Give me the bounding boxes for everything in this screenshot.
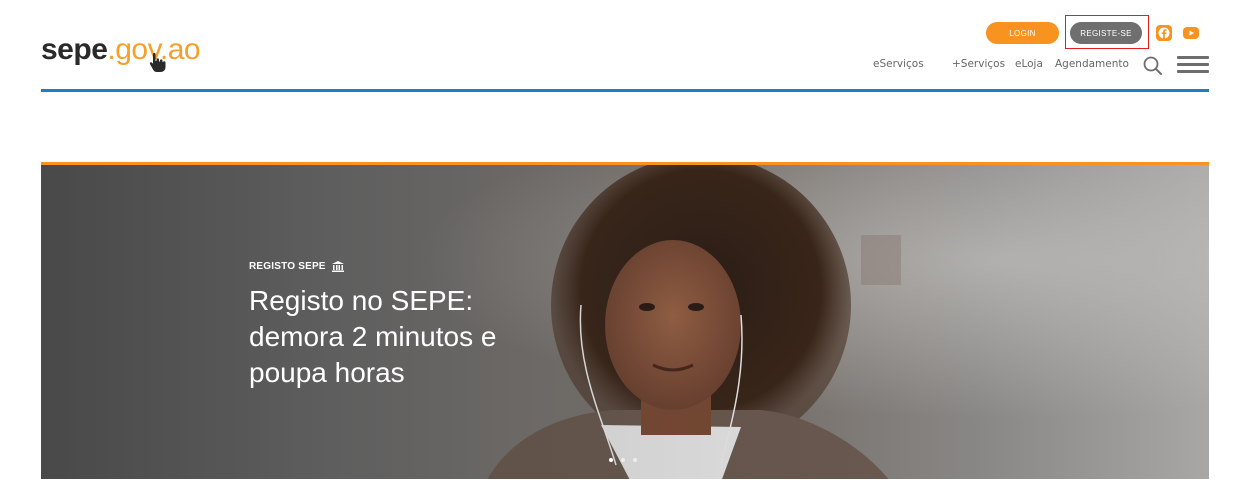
nav-item-eloja[interactable]: eLoja [1015, 58, 1043, 70]
hero-banner[interactable]: REGISTO SEPE Registo no SEPE: demora 2 m… [41, 162, 1209, 479]
carousel-dot-1[interactable] [609, 458, 613, 462]
search-icon[interactable] [1142, 55, 1164, 77]
hand-cursor-icon [149, 52, 166, 72]
institution-building-icon [331, 261, 344, 272]
site-header: sepe .gov.ao LOGIN REGISTE-SE eServiços +… [0, 0, 1253, 92]
nav-item-mais-servicos[interactable]: +Serviços [952, 58, 1005, 70]
carousel-dot-3[interactable] [633, 458, 637, 462]
nav-item-agendamento[interactable]: Agendamento [1055, 58, 1129, 70]
youtube-icon[interactable] [1183, 25, 1199, 41]
hero-kicker-label: REGISTO SEPE [249, 261, 326, 272]
nav-item-eservicos[interactable]: eServiços [873, 58, 924, 70]
logo-brand: sepe [41, 33, 108, 66]
register-highlight-box [1065, 15, 1149, 49]
header-divider [41, 89, 1209, 92]
hero-title: Registo no SEPE: demora 2 minutos e poup… [249, 285, 497, 388]
hero-overlay [41, 165, 1209, 479]
carousel-dots [609, 458, 637, 462]
site-logo[interactable]: sepe .gov.ao [41, 33, 201, 69]
facebook-icon[interactable] [1156, 25, 1172, 41]
login-button[interactable]: LOGIN [986, 22, 1059, 44]
hamburger-menu-icon[interactable] [1177, 54, 1209, 76]
hero-kicker: REGISTO SEPE [249, 261, 344, 272]
carousel-dot-2[interactable] [621, 458, 625, 462]
